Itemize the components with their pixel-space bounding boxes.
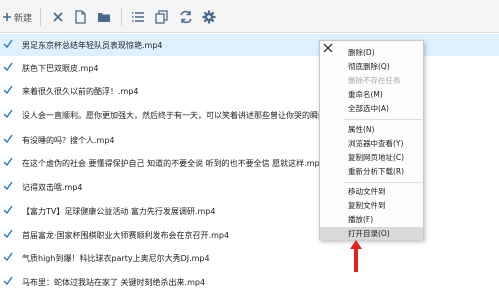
menu-item-view-in-browser[interactable]: 浏览器中查看(Y): [320, 137, 423, 150]
menu-separator: [344, 119, 422, 120]
file-name: 首届富龙·国家杯围棋职业大师赛顺利发布会在京召开.mp4: [22, 231, 230, 240]
list-item[interactable]: 来着很久很久以前的酷浮！.mp4: [0, 80, 499, 102]
new-task-button[interactable]: 新建: [2, 9, 32, 25]
list-item[interactable]: 首届富龙·国家杯围棋职业大师赛顺利发布会在京召开.mp4: [0, 224, 499, 246]
check-icon: [3, 134, 13, 144]
list-item[interactable]: 没人会一直顺利。愿你更加强大，然后终于有一天，可以笑着讲述那些曾让你哭的瞬间。.…: [0, 104, 499, 126]
menu-item-move-to[interactable]: 移动文件到: [320, 185, 423, 198]
list-item[interactable]: 记得双击哦.mp4: [0, 176, 499, 198]
check-icon: [3, 109, 13, 119]
list-item[interactable]: 肤色下巴双眼皮.mp4: [0, 57, 499, 79]
context-menu: 删除(D) 彻底删除(Q) 删除不存在任务 重命名(M) 全部选中(A) 属性(…: [319, 40, 424, 240]
copy-icon: [155, 10, 168, 24]
file-name: 在这个虚伪的社会 要懂得保护自己 知道的不要全说 听到的也不要全信 愿就这样.m…: [22, 159, 325, 168]
delete-button[interactable]: [52, 9, 64, 25]
check-icon: [3, 276, 13, 286]
menu-item-play[interactable]: 播放(F): [320, 213, 423, 226]
settings-button[interactable]: [202, 9, 216, 25]
file-name: 有没睡的吗？搜个人.mp4: [22, 136, 115, 145]
refresh-icon: [180, 10, 192, 24]
check-icon: [3, 252, 13, 262]
close-icon: [53, 12, 63, 22]
menu-item-select-all[interactable]: 全部选中(A): [320, 102, 423, 115]
toolbar: 新建: [0, 0, 499, 33]
document-button[interactable]: [74, 9, 86, 25]
gear-icon: [202, 10, 216, 24]
file-name: 马布里：蛇体过我站在家了 关键时刻绝杀出来.mp4: [22, 278, 206, 287]
list-item[interactable]: 男足东京杯总结年轻队员表现惊艳.mp4: [0, 34, 499, 56]
menu-item-reanalyze[interactable]: 重新分析下载(R): [320, 165, 423, 178]
menu-item-properties[interactable]: 属性(N): [320, 123, 423, 136]
list-item[interactable]: 气质high到爆！科比球衣party上奥尼尔大秀DJ.mp4: [0, 247, 499, 269]
check-icon: [3, 205, 13, 215]
check-icon: [3, 229, 13, 239]
menu-item-copy-url[interactable]: 复制网页地址(C): [320, 151, 423, 164]
list-view-button[interactable]: [131, 9, 145, 25]
file-name: 男足东京杯总结年轻队员表现惊艳.mp4: [22, 41, 163, 50]
document-icon: [75, 10, 86, 24]
menu-item-delete-permanently[interactable]: 彻底删除(Q): [320, 60, 423, 73]
open-folder-button[interactable]: [97, 9, 111, 25]
copy-button[interactable]: [155, 9, 169, 25]
menu-item-delete[interactable]: 删除(D): [320, 46, 423, 59]
menu-item-delete-missing: 删除不存在任务: [348, 76, 401, 85]
check-icon: [3, 157, 13, 167]
menu-separator: [344, 182, 422, 183]
new-task-label: 新建: [14, 13, 33, 24]
plus-icon: [3, 13, 11, 21]
file-name: 肤色下巴双眼皮.mp4: [22, 64, 99, 73]
folder-icon: [98, 13, 110, 22]
menu-item-open-folder[interactable]: 打开目录(O): [320, 227, 423, 240]
file-name: 来着很久很久以前的酷浮！.mp4: [22, 87, 139, 96]
check-icon: [3, 181, 13, 191]
menu-item-copy-to[interactable]: 复制文件到: [320, 199, 423, 212]
file-name: 记得双击哦.mp4: [22, 183, 83, 192]
list-item[interactable]: 【富力TV】足球健康公益活动 富力先行发展调研.mp4: [0, 200, 499, 222]
check-icon: [3, 85, 13, 95]
file-name: 【富力TV】足球健康公益活动 富力先行发展调研.mp4: [22, 207, 216, 216]
list-item[interactable]: 有没睡的吗？搜个人.mp4: [0, 129, 499, 151]
arrow-up-icon: [350, 240, 362, 272]
check-icon: [3, 39, 13, 49]
list-icon: [132, 12, 144, 22]
toolbar-divider: [40, 8, 41, 26]
file-name: 气质high到爆！科比球衣party上奥尼尔大秀DJ.mp4: [22, 254, 210, 263]
menu-item-rename[interactable]: 重命名(M): [320, 88, 423, 101]
toolbar-divider: [121, 8, 122, 26]
file-name: 没人会一直顺利。愿你更加强大，然后终于有一天，可以笑着讲述那些曾让你哭的瞬间。.…: [22, 111, 355, 120]
list-item[interactable]: 马布里：蛇体过我站在家了 关键时刻绝杀出来.mp4: [0, 271, 499, 293]
refresh-button[interactable]: [179, 9, 193, 25]
list-item[interactable]: 在这个虚伪的社会 要懂得保护自己 知道的不要全说 听到的也不要全信 愿就这样.m…: [0, 152, 499, 174]
check-icon: [3, 62, 13, 72]
